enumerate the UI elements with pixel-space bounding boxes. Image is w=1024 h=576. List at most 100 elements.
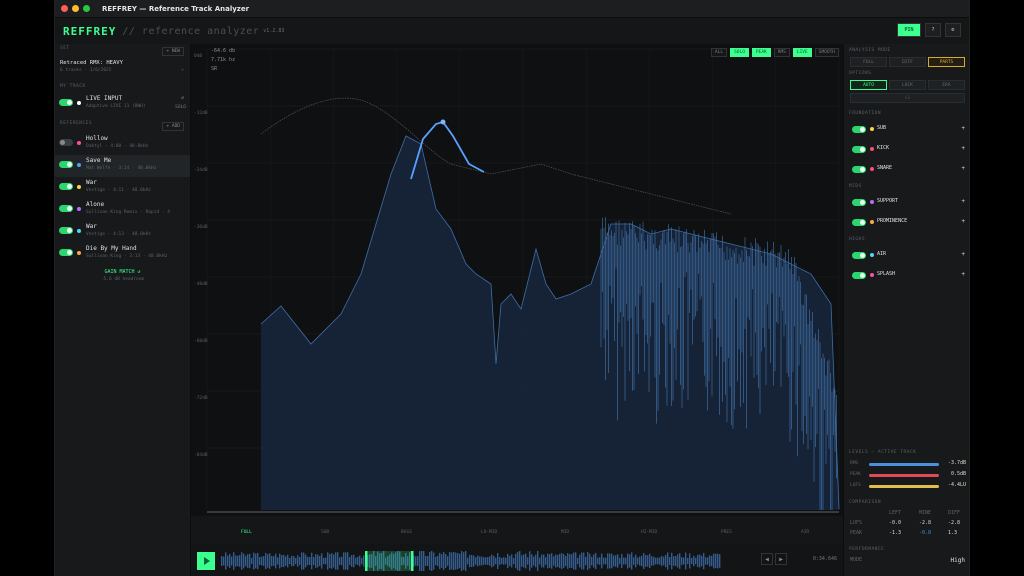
band-tab-full[interactable]: FULL [241,530,252,535]
loop-region[interactable] [366,551,412,571]
waveform-bar [421,551,423,571]
band-row-splash[interactable]: SPLASH + [844,266,969,286]
add-icon[interactable]: + [961,165,965,172]
reference-toggle[interactable] [59,249,73,256]
view-button-live[interactable]: LIVE [792,48,812,57]
comparison-row: LUFS -0.0 -2.8 -2.8 [844,519,969,529]
waveform-bar [551,553,553,569]
waveform-bar [569,554,571,568]
view-button-solo[interactable]: SOLO [730,48,749,57]
reference-toggle[interactable] [59,183,73,190]
waveform-bar [419,551,421,571]
band-tab-sub[interactable]: SUB [321,530,329,535]
option-auto-button[interactable]: AUTO [850,80,887,90]
add-icon[interactable]: + [961,198,965,205]
reference-row[interactable]: War Vestige · 4:11 · 48.0kHz [55,177,190,199]
waveform-bar [537,551,539,571]
waveform-bar [581,552,583,570]
reference-toggle[interactable] [59,205,73,212]
waveform-bar [445,554,447,568]
add-icon[interactable]: + [961,145,965,152]
add-reference-button[interactable]: + ADD [162,122,184,131]
minimize-window-button[interactable] [72,5,79,12]
prev-icon[interactable]: ◀ [761,553,773,565]
band-toggle[interactable] [852,199,866,206]
band-row-prominence[interactable]: PROMINENCE + [844,213,969,233]
band-row-air[interactable]: AIR + [844,246,969,266]
performance-mode-value[interactable]: High [951,557,965,564]
band-toggle[interactable] [852,146,866,153]
add-icon[interactable]: + [961,218,965,225]
band-tab-hi-mid[interactable]: HI-MID [641,530,657,535]
reference-toggle[interactable] [59,161,73,168]
waveform-bar [481,556,483,566]
waveform-bar [285,556,287,566]
mode-diff-button[interactable]: DIFF [889,57,926,67]
waveform-bar [231,556,233,566]
solo-button[interactable]: SOLO [175,105,186,110]
waveform-bar [223,556,225,566]
view-button-all[interactable]: ALL [710,48,728,57]
add-icon[interactable]: + [961,251,965,258]
view-button-smooth[interactable]: SMOOTH [814,48,839,57]
loop-handle[interactable] [365,551,368,571]
option-slider[interactable]: ×1 [850,93,965,103]
set-selector[interactable]: Retraced RMX: HEAVY 6 tracks · 1/6/2025 … [55,58,190,80]
band-tab-bass[interactable]: BASS [401,530,412,535]
band-toggle[interactable] [852,166,866,173]
reference-row[interactable]: Die By My Hand Sullivan King · 3:13 · 48… [55,243,190,265]
view-button-peak[interactable]: PEAK [751,48,771,57]
refresh-icon[interactable]: ↺ [181,95,184,101]
next-icon[interactable]: ▶ [775,553,787,565]
band-tab-pres[interactable]: PRES [721,530,732,535]
add-icon[interactable]: + [961,271,965,278]
mode-parts-button[interactable]: PARTS [928,57,965,67]
play-button[interactable] [197,552,215,570]
live-input-toggle[interactable] [59,99,73,106]
band-row-snare[interactable]: SNARE + [844,160,969,180]
waveform-bar [301,552,303,570]
new-set-button[interactable]: + NEW [162,47,184,56]
band-row-support[interactable]: SUPPORT + [844,193,969,213]
reference-toggle[interactable] [59,139,73,146]
add-icon[interactable]: + [961,125,965,132]
loop-handle[interactable] [411,551,414,571]
spectrum-plot[interactable]: 0dB-12dB-24dB-36dB-48dB-60dB-72dB-84dB02… [191,44,845,522]
band-toggle[interactable] [852,272,866,279]
reference-row[interactable]: Save Me Mat Wolfe · 3:14 · 48.0kHz [55,155,190,177]
gain-match-button[interactable]: GAIN MATCH ↺ [55,269,190,275]
waveform-bar [415,556,417,566]
band-tab-mid[interactable]: MID [561,530,569,535]
band-toggle[interactable] [852,219,866,226]
option-era-button[interactable]: ERA [928,80,965,90]
band-row-kick[interactable]: KICK + [844,140,969,160]
waveform-bar [571,554,573,568]
band-toggle[interactable] [852,252,866,259]
reference-row[interactable]: Hollow Daktyl · 4:00 · 48.0kHz [55,133,190,155]
waveform-bar [493,555,495,567]
spectrum-svg[interactable]: 0dB-12dB-24dB-36dB-48dB-60dB-72dB-84dB02… [191,44,845,522]
settings-gear-icon[interactable]: ⚙ [945,23,961,37]
waveform-bar [705,557,707,565]
waveform-bar [547,553,549,569]
reference-toggle[interactable] [59,227,73,234]
band-row-sub[interactable]: SUB + [844,120,969,140]
zoom-window-button[interactable] [83,5,90,12]
overview-waveform[interactable] [221,551,761,571]
option-lock-button[interactable]: LOCK [889,80,926,90]
waveform-bar [587,552,589,570]
mode-full-button[interactable]: FULL [850,57,887,67]
live-input-row[interactable]: LIVE INPUT Adaptive LIVE 11 (BWH) ↺ SOLO [55,93,190,115]
reference-row[interactable]: War Vestige · 4:13 · 48.0kHz [55,221,190,243]
reference-row[interactable]: Alone Sullivan King Remix · Rapid · 4 [55,199,190,221]
band-peak-handle[interactable] [440,119,446,125]
band-toggle[interactable] [852,126,866,133]
band-color-dot [870,200,874,204]
band-tab-air[interactable]: AIR [801,530,809,535]
view-button-rms[interactable]: RMS [773,48,790,57]
band-tab-lo-mid[interactable]: LO-MID [481,530,497,535]
help-button[interactable]: ? [925,23,941,37]
waveform-bar [271,555,273,567]
close-window-button[interactable] [61,5,68,12]
pin-button[interactable]: PIN [897,23,921,37]
